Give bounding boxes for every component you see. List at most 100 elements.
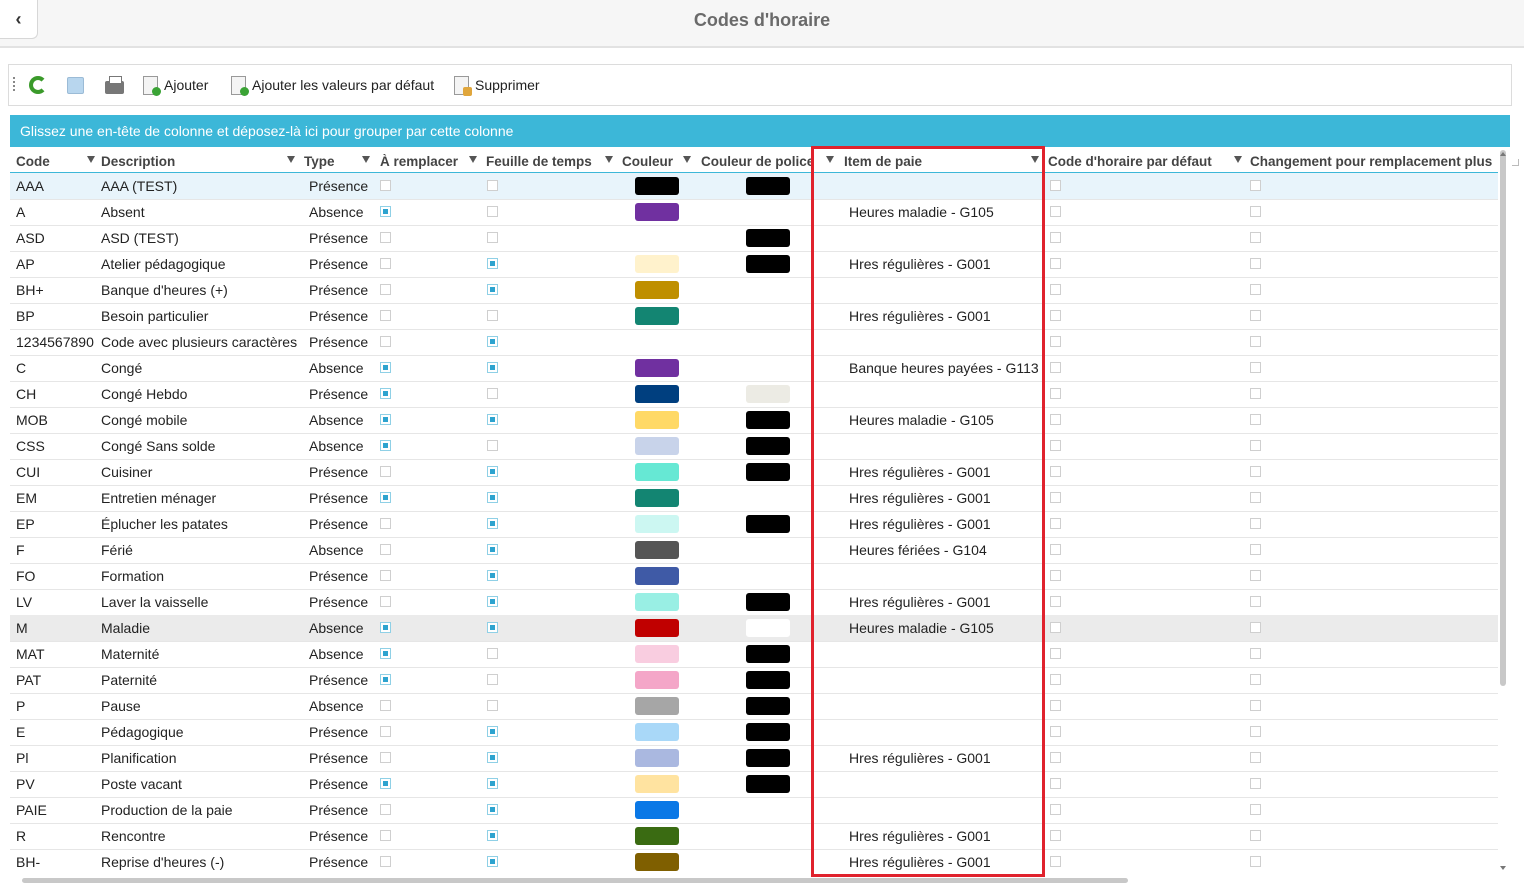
- remplacer-checkbox[interactable]: [380, 856, 391, 867]
- remplacer-checkbox[interactable]: [380, 362, 391, 373]
- couleur-swatch[interactable]: [635, 541, 679, 559]
- feuille-de-temps-checkbox[interactable]: [487, 856, 498, 867]
- code-defaut-checkbox[interactable]: [1050, 830, 1061, 841]
- horizontal-scrollbar[interactable]: [22, 878, 1128, 883]
- remplacer-checkbox[interactable]: [380, 414, 391, 425]
- remplacer-checkbox[interactable]: [380, 518, 391, 529]
- couleur-swatch[interactable]: [635, 463, 679, 481]
- couleur-police-swatch[interactable]: [746, 385, 790, 403]
- filter-icon[interactable]: [826, 156, 834, 163]
- column-header-changement-pour-remplacement-plus[interactable]: Changement pour remplacement plus: [1250, 154, 1498, 172]
- refresh-button[interactable]: [29, 73, 47, 97]
- couleur-swatch[interactable]: [635, 437, 679, 455]
- feuille-de-temps-checkbox[interactable]: [487, 518, 498, 529]
- table-row[interactable]: ASD ASD (TEST) Présence: [10, 225, 1498, 252]
- remplacer-checkbox[interactable]: [380, 336, 391, 347]
- changement-remplacement-checkbox[interactable]: [1250, 570, 1261, 581]
- table-row[interactable]: R Rencontre Présence Hres régulières - G001: [10, 823, 1498, 850]
- save-button[interactable]: [67, 73, 84, 97]
- feuille-de-temps-checkbox[interactable]: [487, 596, 498, 607]
- table-row[interactable]: EP Éplucher les patates Présence Hres régul…: [10, 511, 1498, 538]
- couleur-police-swatch[interactable]: [746, 723, 790, 741]
- couleur-swatch[interactable]: [635, 645, 679, 663]
- remplacer-checkbox[interactable]: [380, 466, 391, 477]
- code-defaut-checkbox[interactable]: [1050, 674, 1061, 685]
- table-row[interactable]: P Pause Absence: [10, 693, 1498, 720]
- table-row[interactable]: MAT Maternité Absence: [10, 641, 1498, 668]
- column-header-code[interactable]: Code: [16, 154, 92, 172]
- filter-icon[interactable]: [1031, 156, 1039, 163]
- couleur-police-swatch[interactable]: [746, 671, 790, 689]
- remplacer-checkbox[interactable]: [380, 596, 391, 607]
- changement-remplacement-checkbox[interactable]: [1250, 440, 1261, 451]
- changement-remplacement-checkbox[interactable]: [1250, 206, 1261, 217]
- feuille-de-temps-checkbox[interactable]: [487, 492, 498, 503]
- couleur-swatch[interactable]: [635, 203, 679, 221]
- couleur-police-swatch[interactable]: [746, 437, 790, 455]
- table-row[interactable]: Pl Planification Présence Hres régulières -…: [10, 745, 1498, 772]
- column-header-description[interactable]: Description: [101, 154, 289, 172]
- couleur-police-swatch[interactable]: [746, 775, 790, 793]
- remplacer-checkbox[interactable]: [380, 284, 391, 295]
- table-row[interactable]: BH- Reprise d'heures (-) Présence Hres régu…: [10, 849, 1498, 875]
- couleur-swatch[interactable]: [635, 775, 679, 793]
- table-row[interactable]: C Congé Absence Banque heures payées - G113: [10, 355, 1498, 382]
- table-row[interactable]: AP Atelier pédagogique Présence Hres réguli…: [10, 251, 1498, 278]
- code-defaut-checkbox[interactable]: [1050, 700, 1061, 711]
- feuille-de-temps-checkbox[interactable]: [487, 414, 498, 425]
- code-defaut-checkbox[interactable]: [1050, 310, 1061, 321]
- changement-remplacement-checkbox[interactable]: [1250, 830, 1261, 841]
- couleur-swatch[interactable]: [635, 385, 679, 403]
- filter-icon[interactable]: [362, 156, 370, 163]
- changement-remplacement-checkbox[interactable]: [1250, 388, 1261, 399]
- feuille-de-temps-checkbox[interactable]: [487, 648, 498, 659]
- code-defaut-checkbox[interactable]: [1050, 544, 1061, 555]
- couleur-police-swatch[interactable]: [746, 515, 790, 533]
- remplacer-checkbox[interactable]: [380, 726, 391, 737]
- table-row[interactable]: PAT Paternité Présence: [10, 667, 1498, 694]
- couleur-swatch[interactable]: [635, 697, 679, 715]
- feuille-de-temps-checkbox[interactable]: [487, 466, 498, 477]
- table-row[interactable]: FO Formation Présence: [10, 563, 1498, 590]
- scroll-up-icon[interactable]: [1500, 152, 1506, 156]
- code-defaut-checkbox[interactable]: [1050, 466, 1061, 477]
- couleur-police-swatch[interactable]: [746, 463, 790, 481]
- couleur-police-swatch[interactable]: [746, 411, 790, 429]
- couleur-police-swatch[interactable]: [746, 749, 790, 767]
- add-button[interactable]: Ajouter: [143, 73, 208, 97]
- add-defaults-button[interactable]: Ajouter les valeurs par défaut: [231, 73, 434, 97]
- scroll-down-icon[interactable]: [1500, 866, 1506, 870]
- filter-icon[interactable]: [605, 156, 613, 163]
- couleur-swatch[interactable]: [635, 671, 679, 689]
- changement-remplacement-checkbox[interactable]: [1250, 362, 1261, 373]
- couleur-swatch[interactable]: [635, 411, 679, 429]
- couleur-police-swatch[interactable]: [746, 645, 790, 663]
- table-row[interactable]: EM Entretien ménager Présence Hres régulièr…: [10, 485, 1498, 512]
- code-defaut-checkbox[interactable]: [1050, 622, 1061, 633]
- feuille-de-temps-checkbox[interactable]: [487, 622, 498, 633]
- feuille-de-temps-checkbox[interactable]: [487, 206, 498, 217]
- couleur-swatch[interactable]: [635, 307, 679, 325]
- code-defaut-checkbox[interactable]: [1050, 362, 1061, 373]
- remplacer-checkbox[interactable]: [380, 622, 391, 633]
- code-defaut-checkbox[interactable]: [1050, 804, 1061, 815]
- changement-remplacement-checkbox[interactable]: [1250, 518, 1261, 529]
- code-defaut-checkbox[interactable]: [1050, 726, 1061, 737]
- code-defaut-checkbox[interactable]: [1050, 388, 1061, 399]
- code-defaut-checkbox[interactable]: [1050, 284, 1061, 295]
- table-row[interactable]: M Maladie Absence Heures maladie - G105: [10, 615, 1498, 642]
- changement-remplacement-checkbox[interactable]: [1250, 648, 1261, 659]
- table-row[interactable]: CSS Congé Sans solde Absence: [10, 433, 1498, 460]
- feuille-de-temps-checkbox[interactable]: [487, 830, 498, 841]
- couleur-swatch[interactable]: [635, 255, 679, 273]
- remplacer-checkbox[interactable]: [380, 258, 391, 269]
- table-row[interactable]: LV Laver la vaisselle Présence Hres réguliè…: [10, 589, 1498, 616]
- feuille-de-temps-checkbox[interactable]: [487, 570, 498, 581]
- toolbar-grip[interactable]: [13, 77, 15, 93]
- table-row[interactable]: F Férié Absence Heures fériées - G104: [10, 537, 1498, 564]
- changement-remplacement-checkbox[interactable]: [1250, 778, 1261, 789]
- table-row[interactable]: A Absent Absence Heures maladie - G105: [10, 199, 1498, 226]
- changement-remplacement-checkbox[interactable]: [1250, 544, 1261, 555]
- code-defaut-checkbox[interactable]: [1050, 206, 1061, 217]
- column-header-a-remplacer[interactable]: À remplacer: [380, 154, 472, 172]
